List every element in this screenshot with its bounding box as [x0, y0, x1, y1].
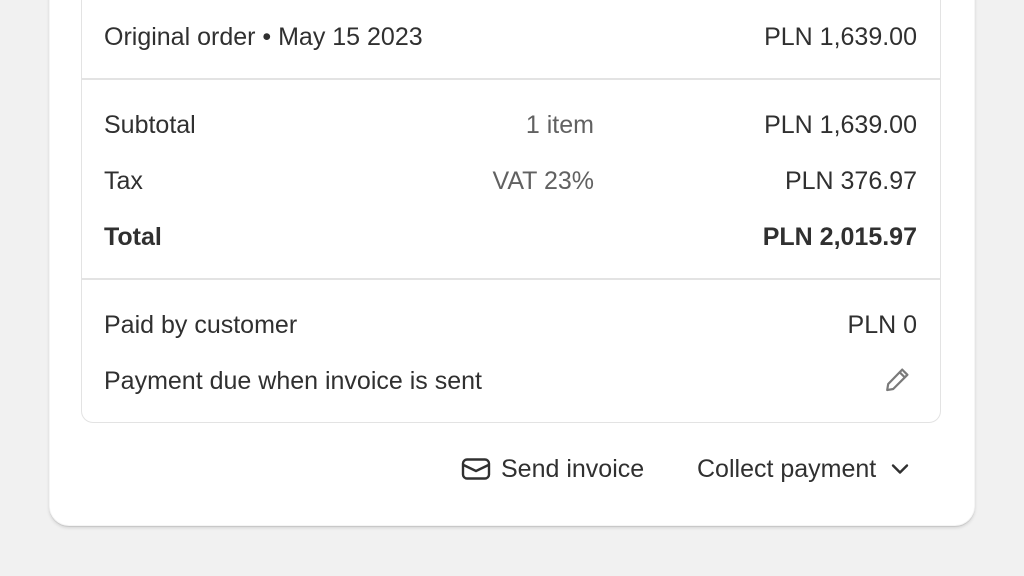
edit-payment-terms-button[interactable] — [880, 363, 914, 397]
tax-label: Tax — [104, 167, 143, 195]
subtotal-label: Subtotal — [104, 111, 196, 139]
original-order-row: Original order • May 15 2023 PLN 1,639.0… — [104, 21, 917, 53]
total-row: Total PLN 2,015.97 — [104, 221, 917, 253]
payment-terms-label: Payment due when invoice is sent — [104, 367, 482, 395]
tax-amount: PLN 376.97 — [784, 167, 917, 195]
paid-by-customer-amount: PLN 0 — [847, 311, 917, 339]
payment-terms-row: Payment due when invoice is sent — [104, 365, 917, 397]
total-amount: PLN 2,015.97 — [762, 223, 917, 251]
paid-by-customer-label: Paid by customer — [104, 311, 298, 339]
collect-payment-label: Collect payment — [697, 454, 877, 483]
subtotal-amount: PLN 1,639.00 — [764, 111, 917, 139]
tax-rate: VAT 23% — [492, 167, 594, 195]
chevron-down-icon — [890, 462, 910, 476]
send-invoice-label: Send invoice — [501, 454, 645, 483]
original-order-amount: PLN 1,639.00 — [764, 23, 917, 51]
paid-by-customer-row: Paid by customer PLN 0 — [104, 309, 917, 341]
divider — [82, 278, 940, 280]
divider — [82, 78, 940, 80]
send-invoice-button[interactable]: Send invoice — [461, 452, 644, 486]
payment-summary-box — [81, 0, 941, 423]
subtotal-item-count: 1 item — [525, 111, 594, 139]
collect-payment-button[interactable]: Collect payment — [697, 452, 910, 486]
tax-row: Tax VAT 23% PLN 376.97 — [104, 165, 917, 197]
envelope-icon — [461, 457, 491, 481]
original-order-label: Original order • May 15 2023 — [104, 23, 423, 51]
total-label: Total — [104, 223, 162, 251]
pencil-icon — [886, 368, 909, 392]
subtotal-row: Subtotal 1 item PLN 1,639.00 — [104, 109, 917, 141]
